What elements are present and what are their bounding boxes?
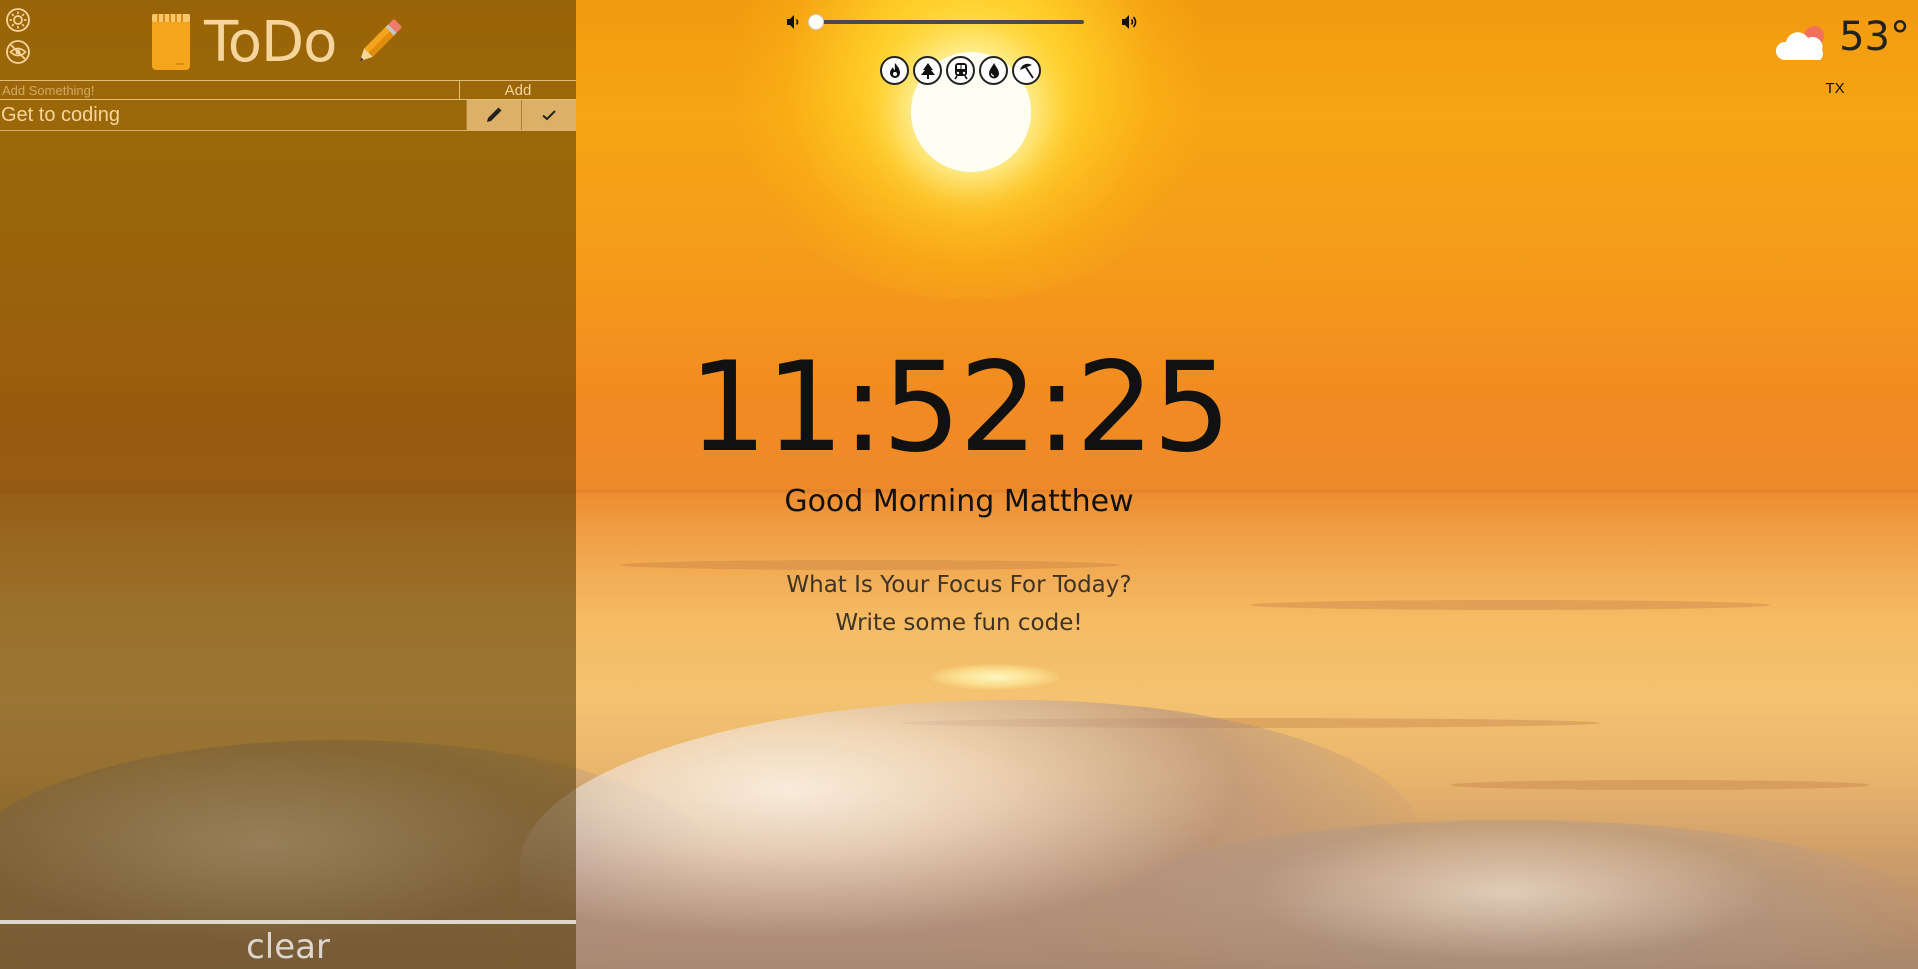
todo-brand: ToDo [150,9,410,75]
notepad-icon [152,14,190,70]
water-ripple [620,560,1120,570]
volume-up-icon[interactable] [1120,12,1140,32]
location: TX [1825,80,1845,97]
beach-umbrella-icon[interactable] [1012,56,1041,85]
brightness-icon[interactable] [4,6,32,34]
volume-down-icon[interactable] [784,12,804,32]
hide-eye-icon[interactable] [4,38,32,66]
complete-button[interactable] [521,100,576,130]
todo-list: Get to coding [0,100,576,131]
add-button[interactable]: Add [460,81,576,99]
edit-button[interactable] [466,100,521,130]
todo-item-text: Get to coding [1,104,120,126]
focus-question: What Is Your Focus For Today? [786,572,1132,598]
checkmark-icon [542,110,556,121]
temperature: 53° [1839,14,1910,60]
clear-button[interactable]: clear [0,925,576,969]
cloud-icon [1775,26,1824,60]
todo-panel: ToDo Add Get to coding clear [0,0,576,969]
sun-reflection [930,664,1060,690]
volume-slider-thumb[interactable] [808,14,824,30]
fire-icon[interactable] [880,56,909,85]
weather-widget: 53° TX [1760,14,1910,104]
ambient-volume-control [784,10,1144,34]
add-todo-input[interactable] [0,81,460,99]
pencil-icon [360,19,402,62]
clock-time: 11:52:25 [688,336,1232,480]
train-icon[interactable] [946,56,975,85]
todo-title: ToDo [204,9,337,75]
todo-item: Get to coding [0,100,576,131]
tree-icon[interactable] [913,56,942,85]
pencil-edit-icon [487,107,502,122]
water-ripple [1450,780,1870,790]
ambient-sound-buttons [880,56,1041,85]
add-todo-row: Add [0,80,576,100]
focus-answer[interactable]: Write some fun code! [576,610,1342,636]
greeting: Good Morning Matthew [784,484,1134,519]
water-drop-icon[interactable] [979,56,1008,85]
todo-divider [0,920,576,924]
water-ripple [1250,600,1770,610]
volume-slider-track[interactable] [812,20,1084,24]
side-toolbar [4,6,32,70]
